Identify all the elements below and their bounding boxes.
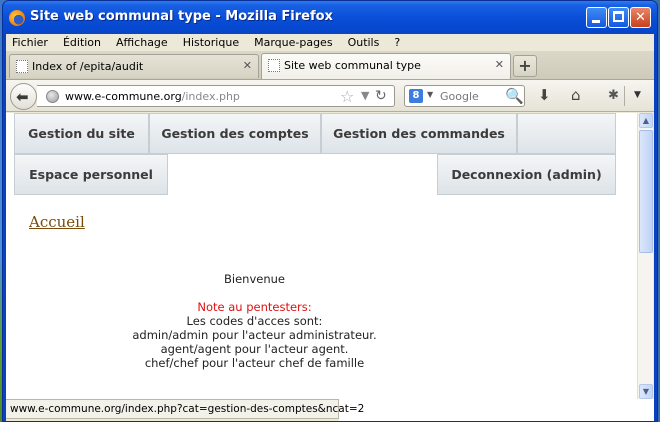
url-text[interactable]: www.e-commune.org/index.php: [65, 90, 240, 103]
maximize-icon: [613, 11, 624, 22]
new-tab-button[interactable]: +: [513, 55, 537, 77]
home-icon[interactable]: ⌂: [571, 86, 581, 104]
menu-bar: Fichier Édition Affichage Historique Mar…: [6, 34, 654, 51]
tab-label: Site web communal type: [284, 59, 421, 72]
address-bar[interactable]: www.e-commune.org/index.php ☆ ▼ ↻: [37, 85, 395, 107]
engine-dropdown-icon[interactable]: ▼: [427, 90, 433, 99]
page-content: Gestion du site Gestion des comptes Gest…: [6, 113, 637, 399]
back-button[interactable]: ⬅: [10, 83, 37, 110]
browser-chrome: Fichier Édition Affichage Historique Mar…: [6, 34, 654, 421]
url-path: /index.php: [181, 90, 240, 103]
nav-deconnexion[interactable]: Deconnexion (admin): [437, 154, 616, 195]
google-engine-icon[interactable]: 8: [409, 89, 423, 103]
navigation-toolbar: ⬅ www.e-commune.org/index.php ☆ ▼ ↻ 8 ▼ …: [6, 80, 654, 112]
close-button[interactable]: ✕: [630, 7, 651, 28]
tab-site-web-communal[interactable]: Site web communal type ✕: [261, 53, 511, 79]
minimize-icon: [592, 20, 600, 23]
back-arrow-icon: ⬅: [16, 88, 29, 106]
download-icon[interactable]: ⬇: [538, 86, 551, 104]
window-title: Site web communal type - Mozilla Firefox: [30, 9, 333, 24]
menu-affichage[interactable]: Affichage: [116, 36, 168, 49]
menu-edition[interactable]: Édition: [63, 36, 101, 49]
page-icon: [268, 59, 280, 72]
toolbar-separator: [624, 86, 625, 106]
site-navigation: Gestion du site Gestion des comptes Gest…: [14, 113, 616, 195]
menu-historique[interactable]: Historique: [183, 36, 239, 49]
minimize-button[interactable]: [586, 7, 607, 28]
toolbar-menu-dropdown-icon[interactable]: ▼: [634, 90, 641, 100]
tab-index-of-audit[interactable]: Index of /epita/audit ✕: [9, 54, 259, 78]
close-icon: ✕: [635, 10, 646, 25]
search-magnifier-icon[interactable]: 🔍: [505, 87, 524, 105]
scroll-thumb[interactable]: [639, 130, 653, 253]
menu-outils[interactable]: Outils: [348, 36, 380, 49]
tab-label: Index of /epita/audit: [32, 60, 144, 73]
nav-gestion-comptes[interactable]: Gestion des comptes: [149, 113, 321, 154]
bookmark-star-icon[interactable]: ☆: [340, 87, 354, 106]
nav-gestion-commandes[interactable]: Gestion des commandes: [321, 113, 517, 154]
page-icon: [16, 60, 28, 73]
access-code-admin: admin/admin pour l'acteur administrateur…: [132, 328, 377, 342]
tab-close-icon[interactable]: ✕: [243, 59, 252, 72]
menu-fichier[interactable]: Fichier: [12, 36, 48, 49]
url-host: www.e-commune.org: [65, 90, 182, 103]
welcome-title: Bienvenue: [224, 272, 285, 286]
history-dropdown-icon[interactable]: ▼: [361, 89, 369, 102]
nav-empty-cell: [517, 113, 616, 154]
tab-close-icon[interactable]: ✕: [495, 58, 504, 71]
nav-espace-personnel[interactable]: Espace personnel: [14, 154, 168, 195]
page-bottom: [339, 399, 654, 421]
status-link-preview: www.e-commune.org/index.php?cat=gestion-…: [6, 399, 364, 419]
tab-strip: Index of /epita/audit ✕ Site web communa…: [6, 51, 654, 80]
breadcrumb-accueil-link[interactable]: Accueil: [29, 213, 85, 231]
access-code-agent: agent/agent pour l'acteur agent.: [160, 342, 349, 356]
menu-marque-pages[interactable]: Marque-pages: [254, 36, 332, 49]
search-box[interactable]: 8 ▼ Google 🔍: [404, 85, 525, 107]
reload-icon[interactable]: ↻: [375, 88, 387, 104]
search-input[interactable]: Google: [440, 90, 479, 103]
firefox-logo-icon: [9, 10, 25, 26]
pentester-note: Note au pentesters:: [197, 300, 312, 314]
title-bar[interactable]: Site web communal type - Mozilla Firefox…: [3, 1, 657, 34]
vertical-scrollbar[interactable]: ▲ ▼: [637, 113, 653, 399]
access-codes-heading: Les codes d'acces sont:: [186, 314, 323, 328]
globe-icon: [46, 90, 59, 103]
nav-gestion-site[interactable]: Gestion du site: [14, 113, 149, 154]
browser-window: Site web communal type - Mozilla Firefox…: [2, 0, 658, 422]
firebug-icon[interactable]: ✱: [608, 88, 619, 103]
menu-help[interactable]: ?: [394, 36, 400, 49]
maximize-button[interactable]: [608, 7, 629, 28]
scroll-up-button[interactable]: ▲: [639, 113, 653, 128]
scroll-down-button[interactable]: ▼: [639, 384, 653, 399]
access-code-chef: chef/chef pour l'acteur chef de famille: [144, 356, 365, 370]
